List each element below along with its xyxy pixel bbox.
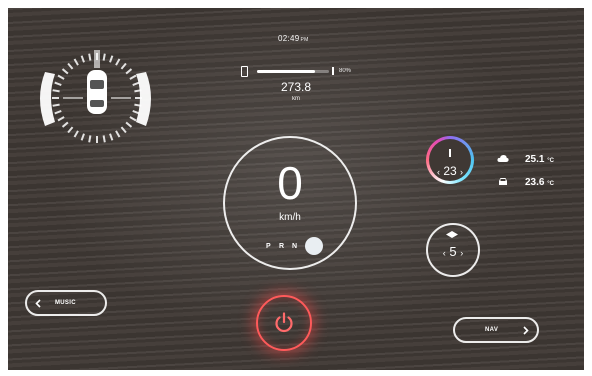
proximity-tick: [57, 74, 65, 80]
proximity-tick: [129, 116, 137, 122]
proximity-tick: [73, 130, 79, 138]
range-unit: km: [292, 96, 300, 102]
proximity-tick: [67, 62, 74, 70]
fan-increase-arrow[interactable]: ›: [460, 248, 463, 258]
proximity-tick: [57, 116, 65, 122]
proximity-tick: [115, 58, 121, 66]
set-temperature: ‹ 23 ›: [429, 164, 471, 178]
parking-sensor-widget: [40, 50, 151, 143]
battery-bar-end-marker: [332, 67, 334, 75]
outside-temperature: 25.1 °C: [525, 154, 554, 165]
outside-temperature-unit: °C: [547, 158, 554, 164]
fan-speed-value: 5: [449, 244, 457, 259]
dashboard-screen: 02:49PM 80% 273.8 km 0 km/h P R N ‹ 23 ›…: [8, 8, 584, 370]
inside-temperature-value: 23.6: [525, 177, 545, 188]
battery-level-bar: [257, 70, 329, 73]
proximity-tick: [88, 53, 92, 61]
proximity-tick: [115, 130, 121, 138]
proximity-tick: [125, 68, 133, 75]
gear-n[interactable]: N: [292, 243, 297, 250]
proximity-tick: [120, 62, 127, 70]
gear-p[interactable]: P: [266, 243, 271, 250]
outside-temperature-value: 25.1: [525, 154, 545, 165]
music-button[interactable]: MUSIC: [25, 290, 107, 316]
proximity-tick: [132, 110, 140, 115]
proximity-tick: [61, 121, 69, 128]
proximity-tick: [125, 121, 133, 128]
clock-suffix: PM: [300, 37, 309, 43]
fan-icon: [446, 231, 458, 238]
proximity-tick: [102, 53, 106, 61]
proximity-tick: [54, 81, 62, 86]
inside-temperature: 23.6 °C: [525, 177, 554, 188]
power-button[interactable]: [256, 295, 312, 351]
temp-decrease-arrow[interactable]: ‹: [437, 167, 440, 177]
proximity-tick: [54, 110, 62, 115]
climate-dial-marker: [449, 149, 451, 157]
chevron-left-icon: [35, 299, 41, 308]
speed-unit: km/h: [279, 212, 301, 223]
proximity-tick: [109, 55, 114, 63]
proximity-tick: [129, 74, 137, 80]
proximity-tick: [109, 133, 114, 141]
range-value: 273.8: [280, 80, 312, 94]
set-temperature-value: 23: [443, 164, 457, 178]
proximity-tick: [73, 58, 79, 66]
proximity-tick: [52, 103, 60, 107]
nav-button-label: NAV: [485, 327, 499, 333]
speed-value: 0: [277, 157, 303, 209]
clock-time: 02:49: [278, 34, 300, 43]
proximity-tick: [52, 89, 60, 93]
chevron-right-icon: [523, 326, 529, 335]
battery-level-fill: [257, 70, 315, 73]
proximity-tick: [132, 81, 140, 86]
proximity-tick: [134, 103, 142, 107]
cloud-icon: [497, 155, 509, 162]
proximity-tick: [134, 89, 142, 93]
proximity-tick: [67, 126, 74, 134]
gear-r[interactable]: R: [279, 243, 284, 250]
battery-icon: [241, 66, 248, 77]
inside-temperature-unit: °C: [547, 181, 554, 187]
music-button-label: MUSIC: [55, 300, 76, 306]
car-icon: [499, 178, 507, 185]
temp-increase-arrow[interactable]: ›: [460, 167, 463, 177]
proximity-tick: [80, 133, 85, 141]
nav-button[interactable]: NAV: [453, 317, 539, 343]
proximity-tick: [88, 135, 92, 143]
battery-percent: 80%: [339, 68, 352, 74]
fan-speed: ‹ 5 ›: [426, 244, 480, 259]
fan-decrease-arrow[interactable]: ‹: [443, 248, 446, 258]
proximity-tick: [120, 126, 127, 134]
proximity-tick: [80, 55, 85, 63]
proximity-tick: [61, 68, 69, 75]
clock: 02:49PM: [278, 34, 309, 43]
proximity-tick: [102, 135, 106, 143]
power-icon: [275, 312, 293, 333]
gear-d-selected-indicator[interactable]: [305, 237, 323, 255]
